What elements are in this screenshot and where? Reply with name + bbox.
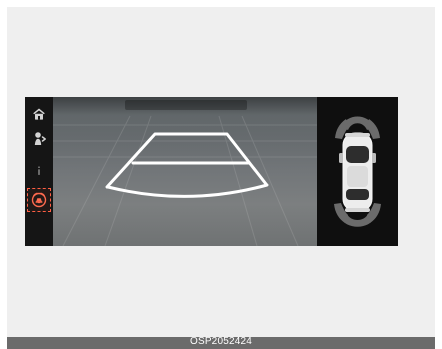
side-rail (25, 97, 54, 246)
left-mirror (339, 153, 343, 163)
parking-sensor-display (334, 116, 381, 227)
parking-assist-icon (31, 192, 47, 208)
vehicle-rear-window (346, 189, 369, 200)
info-icon (38, 166, 40, 175)
image-caption-code: OSP2052424 (189, 336, 253, 347)
vehicle-roof (347, 166, 368, 187)
infotainment-screen (25, 97, 398, 246)
info-button[interactable] (29, 161, 49, 181)
image-caption-bar: OSP2052424 (7, 336, 435, 349)
view-toggle-button[interactable] (29, 129, 49, 149)
parking-guide-lines (53, 115, 317, 246)
rear-camera-view (53, 97, 317, 246)
right-mirror (372, 153, 376, 163)
view-toggle-icon (34, 132, 46, 145)
home-icon (33, 108, 45, 120)
rear-bumper (345, 208, 370, 212)
vehicle-windshield (346, 146, 369, 163)
parking-sensor-panel (317, 97, 398, 246)
parking-assist-button[interactable] (27, 188, 51, 212)
home-button[interactable] (29, 104, 49, 124)
front-bumper (345, 133, 370, 137)
